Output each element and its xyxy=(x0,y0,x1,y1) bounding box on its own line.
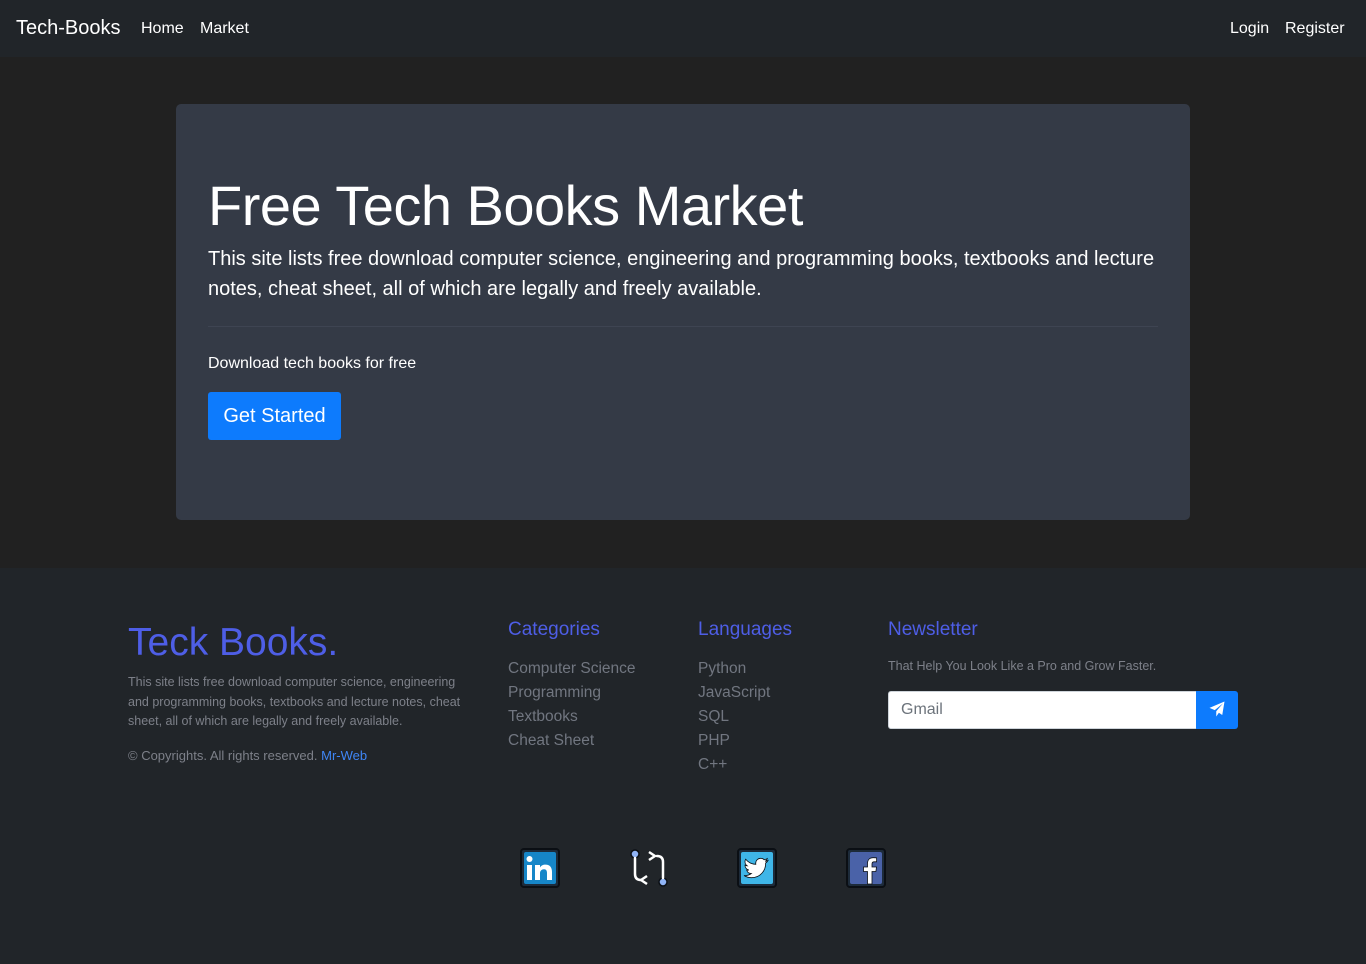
hero-subtext: Download tech books for free xyxy=(208,355,417,372)
categories-heading: Categories xyxy=(508,619,600,640)
newsletter-email-input[interactable] xyxy=(888,691,1196,729)
get-started-button[interactable]: Get Started xyxy=(208,392,341,440)
language-item-python[interactable]: Python xyxy=(698,657,770,681)
footer-copyright: © Copyrights. All rights reserved. Mr-We… xyxy=(128,747,367,765)
navbar-brand[interactable]: Tech-Books xyxy=(16,16,121,40)
categories-list: Computer Science Programming Textbooks C… xyxy=(508,657,636,753)
facebook-icon xyxy=(846,848,886,888)
twitter-link[interactable] xyxy=(737,848,777,888)
copyright-text: © Copyrights. All rights reserved. xyxy=(128,748,318,763)
language-item-javascript[interactable]: JavaScript xyxy=(698,681,770,705)
nav-link-home[interactable]: Home xyxy=(141,19,184,39)
linkedin-icon xyxy=(520,848,560,888)
nav-link-login[interactable]: Login xyxy=(1230,19,1269,39)
category-item-cheat-sheet[interactable]: Cheat Sheet xyxy=(508,729,636,753)
category-item-computer-science[interactable]: Computer Science xyxy=(508,657,636,681)
category-item-programming[interactable]: Programming xyxy=(508,681,636,705)
language-item-cpp[interactable]: C++ xyxy=(698,753,770,777)
main-content: Free Tech Books Market This site lists f… xyxy=(0,57,1366,568)
hero-title: Free Tech Books Market xyxy=(208,174,803,237)
facebook-link[interactable] xyxy=(846,848,886,888)
newsletter-heading: Newsletter xyxy=(888,619,978,640)
copyright-link[interactable]: Mr-Web xyxy=(321,748,367,763)
footer-description: This site lists free download computer s… xyxy=(128,675,461,728)
hero-divider xyxy=(208,326,1158,327)
twitter-icon xyxy=(737,848,777,888)
footer: Teck Books. This site lists free downloa… xyxy=(0,568,1366,964)
languages-list: Python JavaScript SQL PHP C++ xyxy=(698,657,770,777)
git-link[interactable] xyxy=(629,848,669,888)
hero-lead: This site lists free download computer s… xyxy=(208,248,1155,300)
paper-plane-icon xyxy=(1208,700,1226,721)
git-pull-request-icon xyxy=(629,848,669,888)
newsletter-tagline: That Help You Look Like a Pro and Grow F… xyxy=(888,659,1157,673)
linkedin-link[interactable] xyxy=(520,848,560,888)
language-item-sql[interactable]: SQL xyxy=(698,705,770,729)
hero-jumbotron: Free Tech Books Market This site lists f… xyxy=(176,104,1190,520)
newsletter-send-button[interactable] xyxy=(1196,691,1238,729)
navbar: Tech-Books Home Market Login Register xyxy=(0,0,1366,57)
category-item-textbooks[interactable]: Textbooks xyxy=(508,705,636,729)
nav-link-register[interactable]: Register xyxy=(1285,19,1345,39)
language-item-php[interactable]: PHP xyxy=(698,729,770,753)
languages-heading: Languages xyxy=(698,619,793,640)
footer-brand: Teck Books. xyxy=(128,621,339,664)
nav-link-market[interactable]: Market xyxy=(200,19,249,39)
